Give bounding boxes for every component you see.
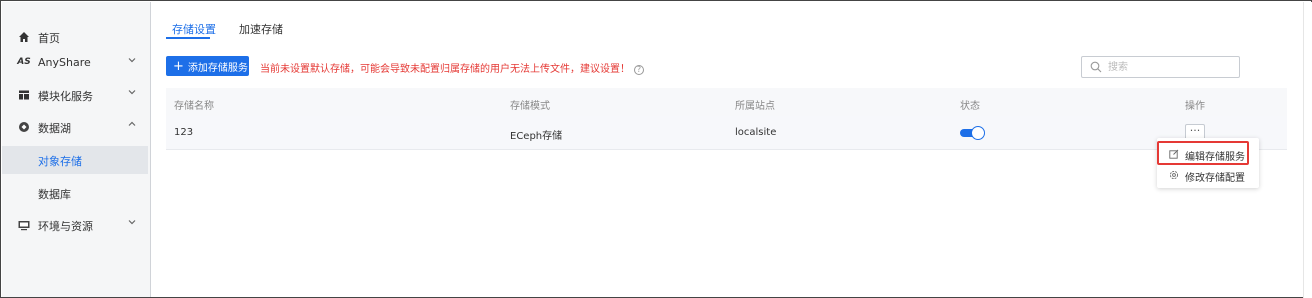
sidebar-item-label: AnyShare — [38, 56, 91, 69]
main-content: 存储设置 加速存储 + 添加存储服务 当前未设置默认存储，可能会导致未配置归属存… — [152, 2, 1302, 297]
search-input[interactable] — [1108, 60, 1228, 74]
warning-text: 当前未设置默认存储，可能会导致未配置归属存储的用户无法上传文件，建议设置！ — [260, 64, 630, 75]
tab-storage-settings[interactable]: 存储设置 — [172, 21, 216, 37]
edit-icon — [1169, 149, 1179, 159]
sidebar-item-label: 首页 — [38, 32, 60, 45]
scrollbar[interactable] — [1303, 2, 1312, 298]
actions-dropdown-menu: 编辑存储服务 修改存储配置 — [1157, 138, 1259, 188]
column-header-site: 所属站点 — [735, 101, 775, 112]
add-storage-service-button[interactable]: + 添加存储服务 — [166, 56, 249, 76]
home-icon — [18, 31, 30, 43]
chevron-down-icon — [128, 56, 136, 67]
cell-storage-name: 123 — [174, 127, 194, 138]
help-icon[interactable]: ? — [634, 65, 644, 75]
sidebar-item-environment[interactable]: 环境与资源 — [2, 212, 148, 238]
sidebar-item-datalake[interactable]: 数据湖 — [2, 114, 148, 140]
sidebar-item-label: 对象存储 — [38, 155, 82, 168]
cell-site: localsite — [735, 127, 777, 138]
chevron-up-icon — [128, 120, 136, 131]
sidebar-item-modules[interactable]: 模块化服务 — [2, 82, 148, 108]
plus-icon: + — [173, 58, 184, 74]
column-header-mode: 存储模式 — [510, 101, 550, 112]
sidebar-item-database[interactable]: 数据库 — [2, 180, 148, 206]
active-tab-indicator — [166, 37, 210, 39]
sidebar-item-label: 数据库 — [38, 188, 71, 201]
sidebar: 首页 AS AnyShare 模块化服务 数据湖 对象存储 数据库 环境与资源 — [2, 2, 151, 297]
menu-item-modify-config[interactable]: 修改存储配置 — [1157, 164, 1259, 186]
status-toggle[interactable] — [960, 126, 986, 140]
column-header-status: 状态 — [960, 101, 980, 112]
chevron-down-icon — [128, 88, 136, 99]
sidebar-item-object-storage[interactable]: 对象存储 — [2, 146, 148, 174]
sidebar-item-anyshare[interactable]: AS AnyShare — [2, 50, 148, 76]
menu-item-edit-storage[interactable]: 编辑存储服务 — [1157, 143, 1259, 165]
add-storage-service-label: 添加存储服务 — [187, 62, 248, 74]
sidebar-item-home[interactable]: 首页 — [2, 24, 148, 50]
menu-item-label: 修改存储配置 — [1185, 173, 1245, 184]
table-row: 123 ECeph存储 localsite ··· — [166, 116, 1287, 150]
app-frame: 首页 AS AnyShare 模块化服务 数据湖 对象存储 数据库 环境与资源 … — [0, 0, 1312, 298]
toggle-knob — [971, 126, 985, 140]
sidebar-item-label: 环境与资源 — [38, 220, 93, 233]
sidebar-item-label: 模块化服务 — [38, 90, 93, 103]
anyshare-logo-icon: AS — [17, 57, 31, 67]
menu-item-label: 编辑存储服务 — [1185, 152, 1245, 163]
cell-storage-mode: ECeph存储 — [510, 131, 563, 142]
tab-accelerated-storage[interactable]: 加速存储 — [239, 21, 283, 37]
table-header: 存储名称 存储模式 所属站点 状态 操作 — [166, 88, 1287, 116]
chevron-down-icon — [128, 218, 136, 229]
column-header-name: 存储名称 — [174, 101, 214, 112]
column-header-actions: 操作 — [1185, 101, 1205, 112]
module-icon — [18, 89, 30, 101]
default-storage-warning: 当前未设置默认存储，可能会导致未配置归属存储的用户无法上传文件，建议设置！? — [260, 60, 644, 75]
search-icon — [1090, 61, 1102, 73]
environment-icon — [18, 219, 30, 231]
datalake-icon — [18, 121, 30, 133]
search-box[interactable] — [1081, 56, 1240, 78]
gear-icon — [1169, 170, 1179, 180]
sidebar-item-label: 数据湖 — [38, 122, 71, 135]
